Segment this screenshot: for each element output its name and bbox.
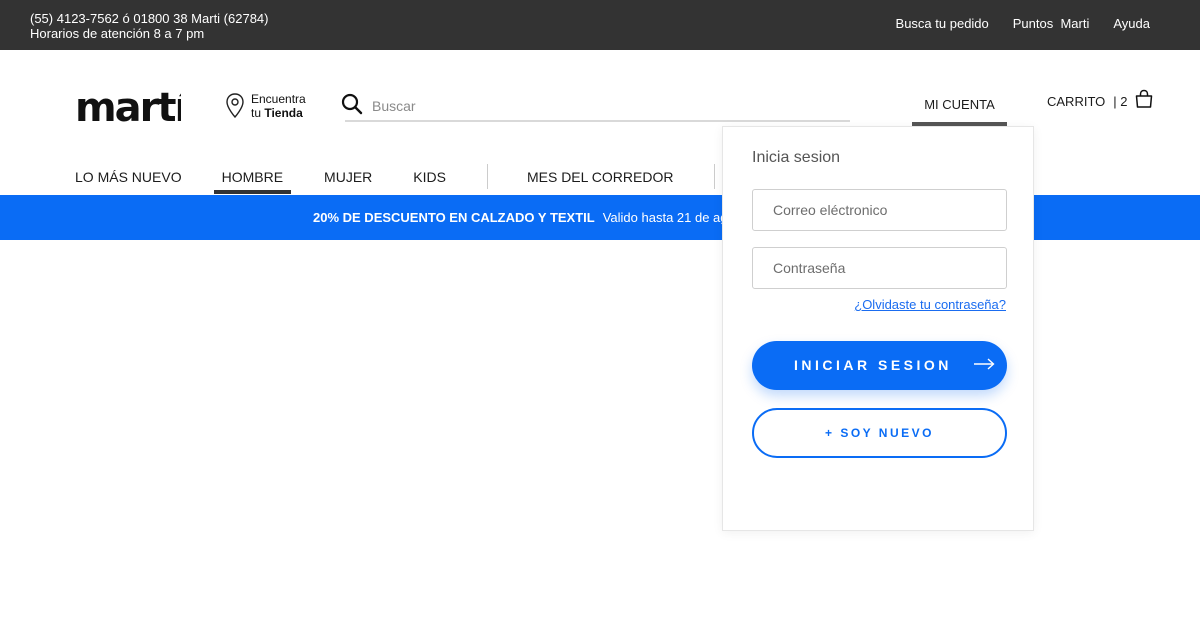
- nav-item-mes-del-corredor[interactable]: MES DEL CORREDOR: [527, 162, 674, 194]
- login-button[interactable]: INICIAR SESION: [752, 341, 1007, 390]
- search-icon[interactable]: [341, 93, 363, 115]
- arrow-right-icon: [974, 358, 995, 370]
- login-button-label: INICIAR SESION: [794, 357, 952, 373]
- cart-count: | 2: [1113, 93, 1128, 109]
- nav-item-kids[interactable]: KIDS: [413, 162, 446, 194]
- marti-points-link[interactable]: Puntos Marti: [1013, 16, 1090, 31]
- my-account-button[interactable]: MI CUENTA: [912, 84, 1007, 126]
- promo-headline: 20% DE DESCUENTO EN CALZADO Y TEXTIL: [313, 210, 595, 225]
- search-bar: [341, 88, 850, 122]
- login-title: Inicia sesion: [752, 149, 841, 166]
- shopping-bag-icon: [1136, 89, 1153, 108]
- main-nav: LO MÁS NUEVO HOMBRE MUJER KIDS MES DEL C…: [75, 162, 716, 194]
- marti-logo[interactable]: martí: [75, 84, 181, 124]
- logo-text: martí: [75, 85, 181, 124]
- search-input[interactable]: [372, 94, 850, 114]
- location-pin-icon: [226, 93, 244, 119]
- promo-text: 20% DE DESCUENTO EN CALZADO Y TEXTIL Vali…: [313, 210, 752, 225]
- store-locator[interactable]: Encuentra tu Tienda: [224, 92, 306, 120]
- nav-divider: [714, 164, 716, 189]
- register-button[interactable]: + SOY NUEVO: [752, 408, 1007, 458]
- password-field[interactable]: [752, 247, 1007, 289]
- contact-info: (55) 4123-7562 ó 01800 38 Marti (62784) …: [30, 11, 269, 41]
- track-order-link[interactable]: Busca tu pedido: [896, 16, 989, 31]
- nav-item-hombre[interactable]: HOMBRE: [213, 162, 292, 194]
- contact-hours: Horarios de atención 8 a 7 pm: [30, 26, 205, 41]
- cart-button[interactable]: CARRITO | 2: [1047, 89, 1154, 109]
- cart-label: CARRITO: [1047, 93, 1106, 109]
- forgot-password-link[interactable]: ¿Olvidaste tu contraseña?: [854, 297, 1006, 312]
- nav-divider: [486, 164, 488, 189]
- store-locator-line2: tu Tienda: [251, 106, 303, 120]
- top-links: Busca tu pedido Puntos Marti Ayuda: [896, 16, 1150, 31]
- login-dropdown: Inicia sesion ¿Olvidaste tu contraseña? …: [722, 126, 1034, 531]
- nav-item-lo-mas-nuevo[interactable]: LO MÁS NUEVO: [75, 162, 182, 194]
- contact-phone: (55) 4123-7562 ó 01800 38 Marti (62784): [30, 11, 269, 26]
- top-bar: (55) 4123-7562 ó 01800 38 Marti (62784) …: [0, 0, 1200, 50]
- store-locator-text: Encuentra tu Tienda: [251, 92, 306, 120]
- email-field[interactable]: [752, 189, 1007, 231]
- help-link[interactable]: Ayuda: [1113, 16, 1150, 31]
- store-locator-line1: Encuentra: [251, 92, 306, 106]
- nav-item-mujer[interactable]: MUJER: [324, 162, 372, 194]
